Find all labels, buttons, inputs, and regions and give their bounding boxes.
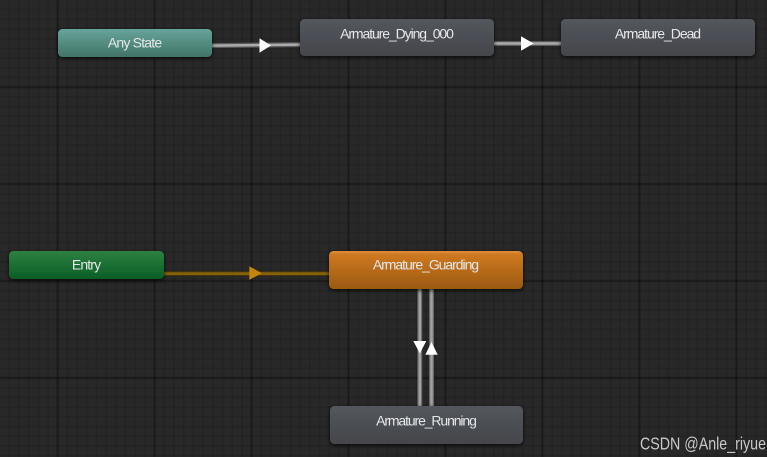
svg-text:Armature_Guarding: Armature_Guarding [373,257,479,273]
svg-text:Armature_Dying_000: Armature_Dying_000 [340,25,454,41]
svg-text:Any State: Any State [108,35,163,51]
svg-text:CSDN @Anle_riyue: CSDN @Anle_riyue [640,433,766,453]
svg-text:Armature_Dead: Armature_Dead [615,25,701,41]
svg-text:Entry: Entry [72,257,101,273]
svg-text:Armature_Running: Armature_Running [376,412,477,428]
